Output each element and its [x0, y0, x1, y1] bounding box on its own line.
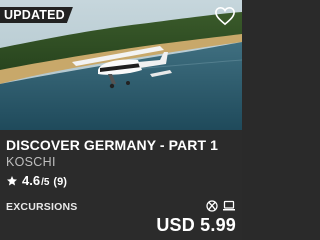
product-card[interactable]: UPDATED DISCOVER GERMANY - PART 1 KOSCHI… — [0, 0, 242, 240]
rating-count: (9) — [53, 176, 67, 188]
price: USD 5.99 — [156, 215, 236, 235]
heart-outline-icon[interactable] — [214, 6, 236, 26]
product-title: DISCOVER GERMANY - PART 1 — [6, 137, 219, 153]
updated-badge: UPDATED — [0, 7, 73, 23]
pc-laptop-icon — [223, 200, 235, 211]
publisher-name: KOSCHI — [6, 155, 56, 169]
platform-icons — [206, 200, 236, 212]
rating-scale: /5 — [41, 177, 50, 188]
rating: 4.6 /5 (9) — [6, 174, 67, 188]
rating-value: 4.6 — [22, 173, 41, 188]
star-icon — [7, 176, 17, 186]
xbox-icon — [206, 200, 218, 212]
category-label: EXCURSIONS — [6, 201, 78, 213]
product-thumbnail[interactable]: UPDATED — [0, 0, 242, 130]
card-info: DISCOVER GERMANY - PART 1 KOSCHI 4.6 /5 … — [0, 130, 242, 240]
